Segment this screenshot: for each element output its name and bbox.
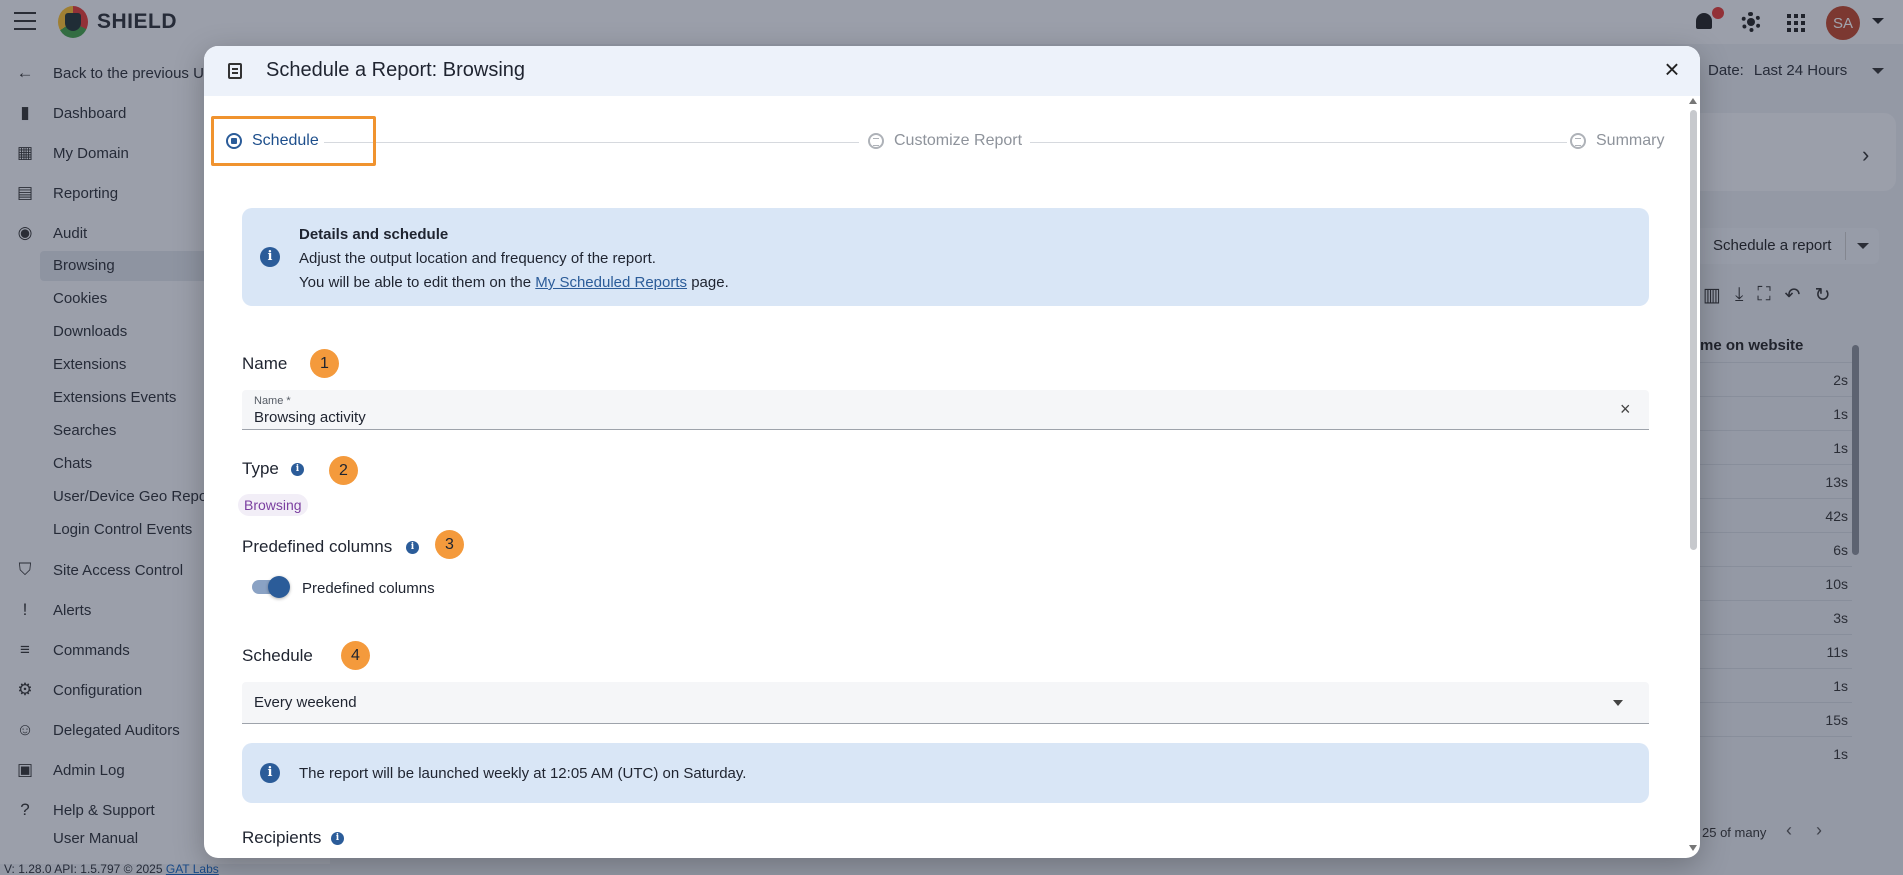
stepper-connector xyxy=(324,142,859,143)
dialog-title: Schedule a Report: Browsing xyxy=(266,59,526,81)
step-badge-4: 4 xyxy=(341,641,370,670)
schedule-select[interactable]: Every weekend xyxy=(242,682,1649,724)
schedule-info-text: The report will be launched weekly at 12… xyxy=(299,765,747,782)
name-field-value: Browsing activity xyxy=(254,409,366,426)
close-icon[interactable]: × xyxy=(1658,56,1686,84)
name-input[interactable]: Name * Browsing activity × xyxy=(242,390,1649,430)
step-summary[interactable]: Summary xyxy=(1570,132,1664,150)
details-info-box: i Details and schedule Adjust the output… xyxy=(242,208,1649,306)
predefined-section-label: Predefined columns xyxy=(242,537,393,556)
details-title: Details and schedule xyxy=(299,226,449,243)
schedule-info-box: i The report will be launched weekly at … xyxy=(242,743,1649,803)
chevron-down-icon[interactable] xyxy=(1613,700,1623,706)
predefined-columns-toggle[interactable] xyxy=(252,576,290,598)
clear-icon[interactable]: × xyxy=(1620,399,1631,420)
step-summary-icon xyxy=(1570,133,1586,149)
step-badge-3: 3 xyxy=(435,530,464,559)
details-line-1: Adjust the output location and frequency… xyxy=(299,250,656,267)
schedule-report-dialog: Schedule a Report: Browsing × Schedule C… xyxy=(204,46,1700,858)
step-customize-report[interactable]: Customize Report xyxy=(868,132,1022,150)
my-scheduled-reports-link[interactable]: My Scheduled Reports xyxy=(535,274,687,291)
dialog-scrollbar-thumb[interactable] xyxy=(1690,110,1697,550)
step-badge-2: 2 xyxy=(329,456,358,485)
name-field-label: Name * xyxy=(254,395,291,407)
recipients-info-icon[interactable]: i xyxy=(331,832,344,845)
dialog-header: Schedule a Report: Browsing × xyxy=(204,46,1700,96)
stepper: Schedule Customize Report Summary xyxy=(204,118,1674,166)
schedule-section-label: Schedule xyxy=(242,646,313,665)
info-icon: i xyxy=(260,763,280,783)
predefined-toggle-label: Predefined columns xyxy=(302,580,435,597)
stepper-connector xyxy=(1030,142,1567,143)
recipients-section-label: Recipients xyxy=(242,828,322,847)
schedule-select-value: Every weekend xyxy=(254,694,357,711)
step-customize-icon xyxy=(868,133,884,149)
scroll-up-arrow-icon[interactable] xyxy=(1689,98,1697,104)
scroll-down-arrow-icon[interactable] xyxy=(1689,845,1697,851)
type-chip: Browsing xyxy=(238,494,308,516)
info-icon: i xyxy=(260,247,280,267)
predefined-info-icon[interactable]: i xyxy=(406,541,419,554)
step-highlight-frame xyxy=(211,116,376,166)
name-section-label: Name xyxy=(242,354,288,373)
report-icon xyxy=(228,63,242,79)
type-info-icon[interactable]: i xyxy=(291,463,304,476)
type-section-label: Type xyxy=(242,459,279,478)
details-line-2: You will be able to edit them on the My … xyxy=(299,274,729,291)
toggle-knob xyxy=(268,576,290,598)
step-badge-1: 1 xyxy=(310,349,339,378)
